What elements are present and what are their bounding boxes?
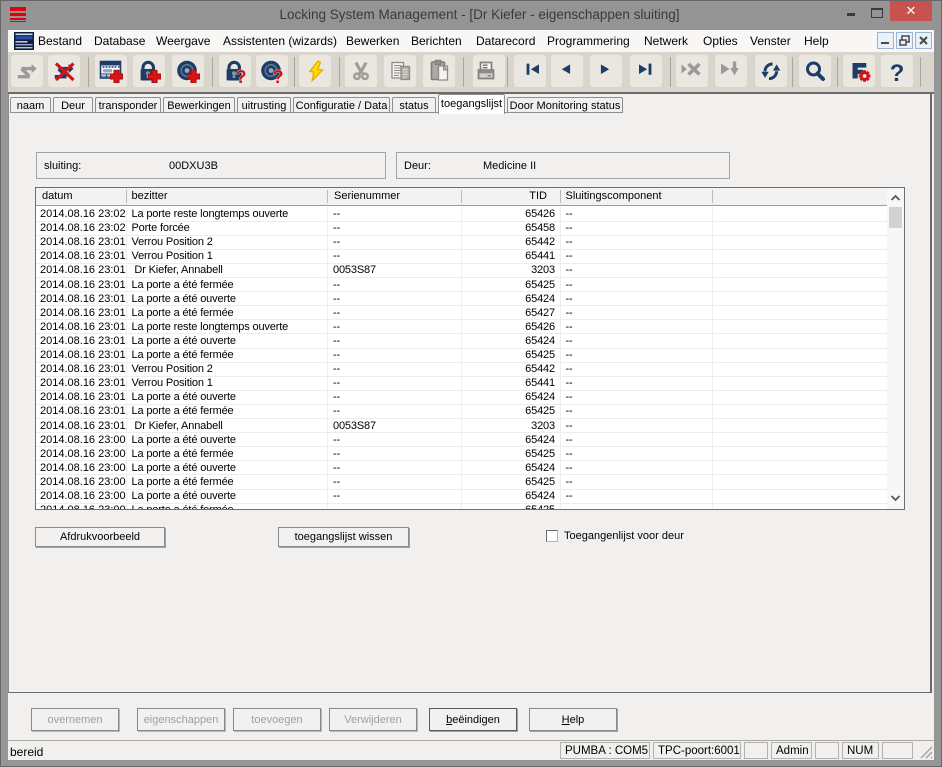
svg-text:?: ? — [236, 67, 247, 83]
svg-text:?: ? — [890, 60, 905, 83]
svg-text:?: ? — [273, 67, 284, 83]
